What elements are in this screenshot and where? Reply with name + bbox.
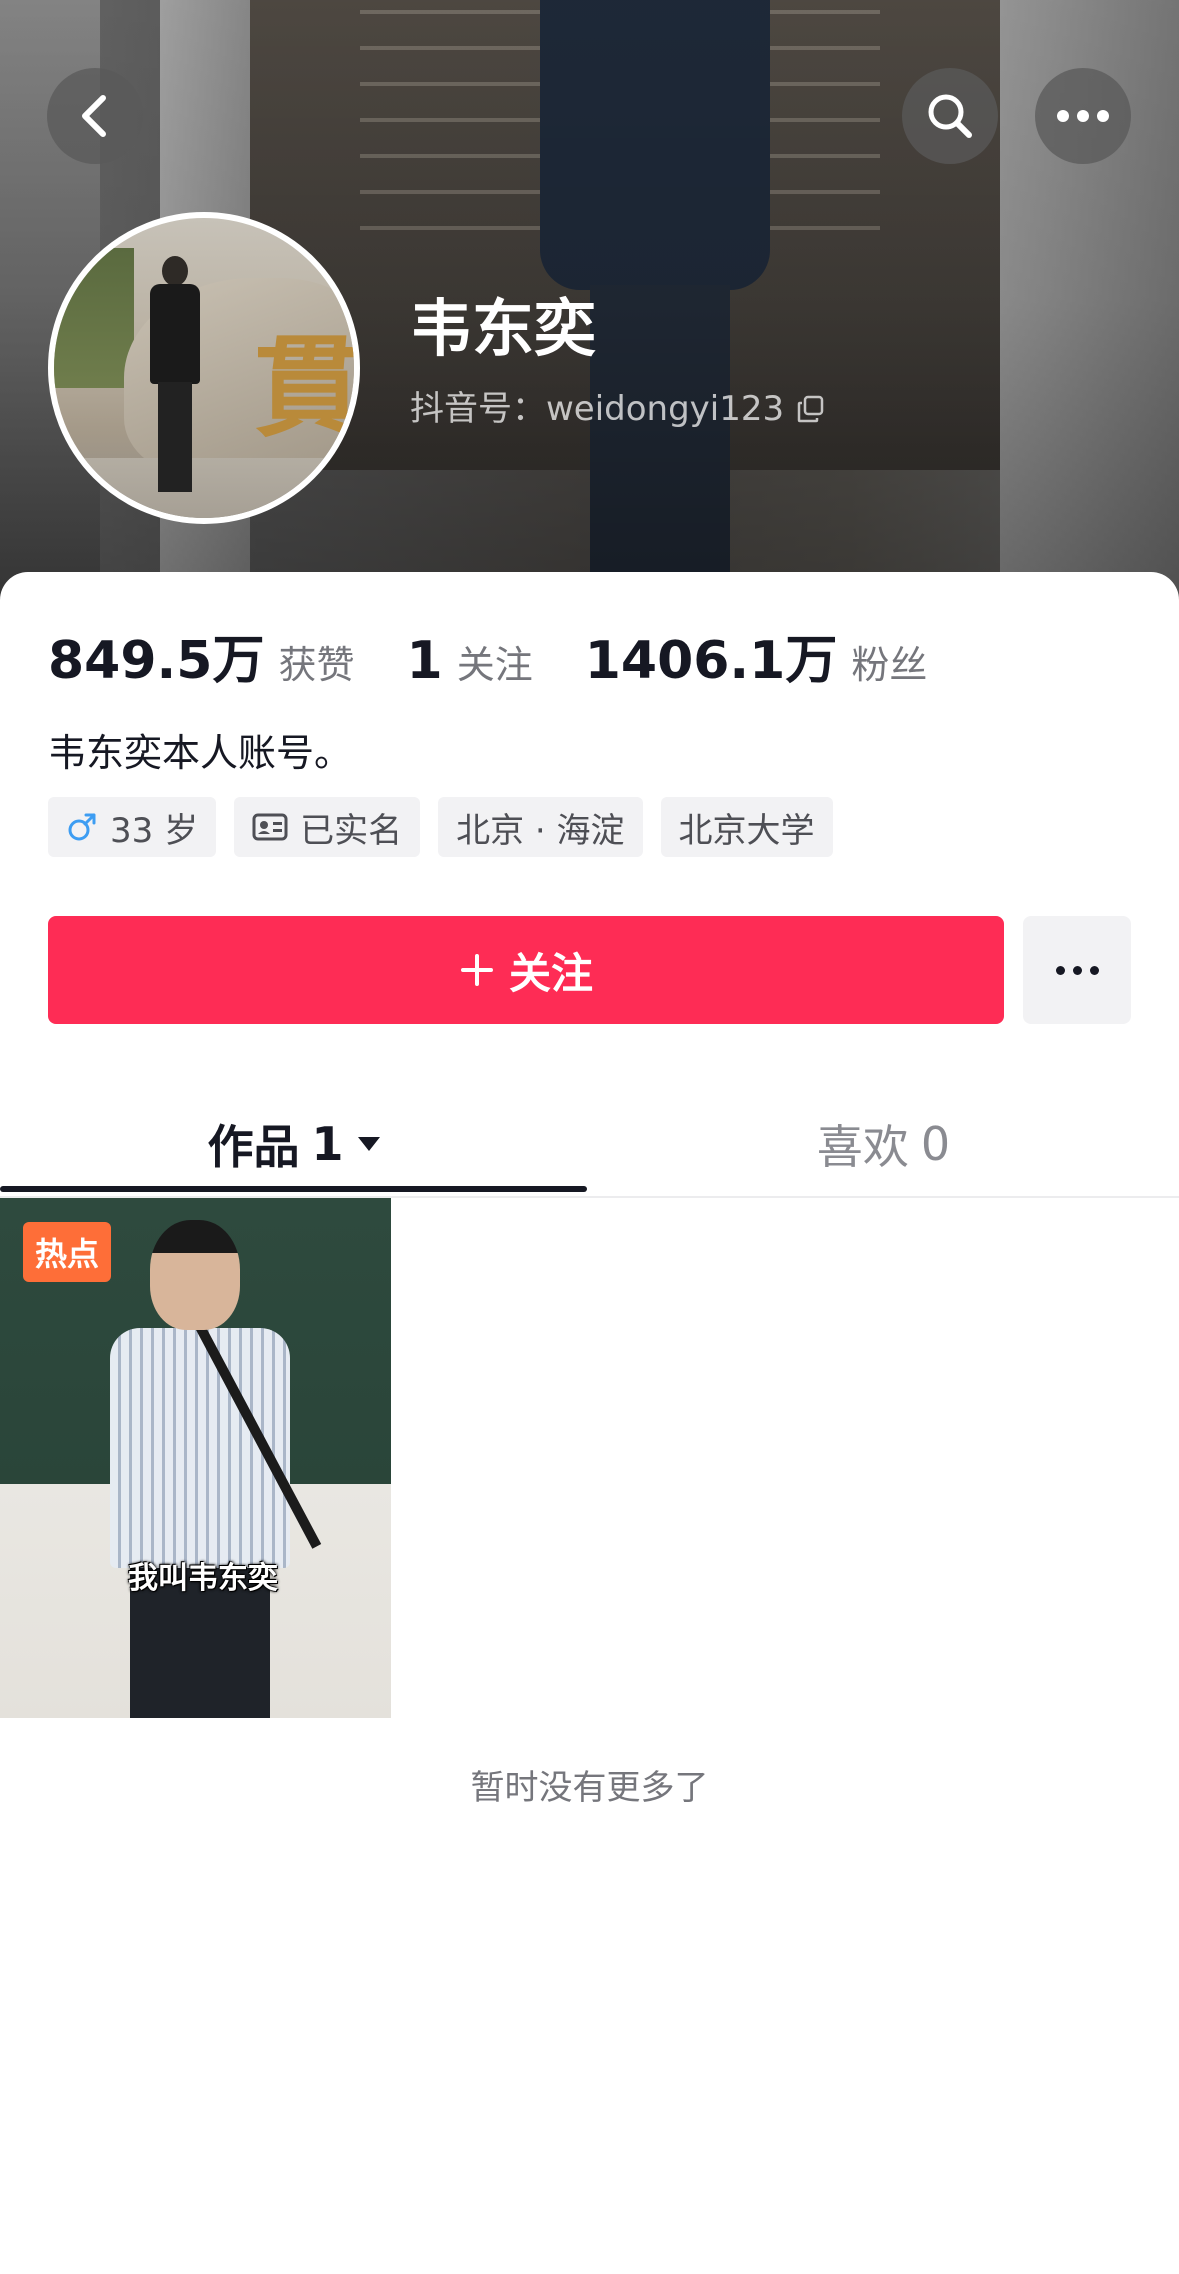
more-options-button[interactable] xyxy=(1035,68,1131,164)
stat-following[interactable]: 1 关注 xyxy=(407,631,533,691)
follow-button[interactable]: 关注 xyxy=(48,916,1004,1024)
avatar-rock-carving: 貫 xyxy=(254,323,360,452)
tab-count: 0 xyxy=(920,1117,951,1171)
chevron-left-icon xyxy=(82,95,106,137)
profile-more-button[interactable] xyxy=(1023,916,1131,1024)
profile-bio: 韦东奕本人账号。 xyxy=(48,731,353,775)
plus-icon xyxy=(460,954,493,986)
stat-label: 粉丝 xyxy=(851,643,928,687)
tab-likes[interactable]: 喜欢 0 xyxy=(589,1090,1178,1198)
tag-verified: 已实名 xyxy=(234,797,421,857)
tag-label: 北京大学 xyxy=(678,810,815,851)
avatar-person xyxy=(146,256,204,496)
stat-value: 849.5万 xyxy=(48,631,265,691)
stat-label: 关注 xyxy=(456,643,533,687)
video-person-head xyxy=(150,1220,240,1330)
profile-tabs: 作品 1 喜欢 0 xyxy=(0,1090,1179,1198)
follow-button-label: 关注 xyxy=(508,948,593,998)
profile-name: 韦东奕 xyxy=(410,292,597,365)
avatar-trees xyxy=(54,248,134,388)
douyin-id[interactable]: 抖音号：weidongyi123 xyxy=(410,392,826,426)
douyin-id-text: 抖音号：weidongyi123 xyxy=(410,389,785,429)
stat-likes[interactable]: 849.5万 获赞 xyxy=(48,618,355,693)
caret-down-icon[interactable] xyxy=(356,1134,382,1154)
avatar[interactable]: 貫 xyxy=(48,212,360,524)
tab-count: 1 xyxy=(311,1117,344,1171)
stats-row: 849.5万 获赞 1 关注 1406.1万 粉丝 xyxy=(48,618,979,691)
copy-icon[interactable] xyxy=(796,394,826,424)
tag-label: 33 岁 xyxy=(110,810,199,851)
back-button[interactable] xyxy=(47,68,143,164)
tab-works[interactable]: 作品 1 xyxy=(0,1090,589,1198)
avatar-ground xyxy=(54,458,354,518)
search-icon xyxy=(928,94,972,138)
stat-label: 获赞 xyxy=(278,643,355,687)
search-button[interactable] xyxy=(902,68,998,164)
tag-label: 已实名 xyxy=(300,810,403,851)
id-card-icon xyxy=(252,813,288,841)
tag-location: 北京 · 海淀 xyxy=(438,797,643,857)
no-more-text: 暂时没有更多了 xyxy=(470,1768,709,1808)
tag-label: 北京 · 海淀 xyxy=(456,810,625,851)
stat-followers[interactable]: 1406.1万 粉丝 xyxy=(585,618,928,693)
profile-page: 貫 韦东奕 抖音号：weidongyi123 849.5万 获赞 1 关注 14… xyxy=(0,0,1179,2274)
more-icon xyxy=(1055,965,1099,975)
hot-badge: 热点 xyxy=(23,1222,112,1282)
profile-tags: 33 岁 已实名 北京 · 海淀 北京大学 xyxy=(48,797,833,857)
video-caption: 我叫韦东奕 xyxy=(128,1561,278,1596)
active-tab-indicator xyxy=(0,1186,587,1192)
tab-label: 作品 xyxy=(207,1120,300,1174)
stat-value: 1 xyxy=(406,631,443,691)
tab-label: 喜欢 xyxy=(816,1120,909,1174)
tag-age: 33 岁 xyxy=(48,797,217,857)
more-icon xyxy=(1057,110,1109,122)
tag-school: 北京大学 xyxy=(660,797,833,857)
stat-value: 1406.1万 xyxy=(584,631,838,691)
male-icon xyxy=(68,813,96,841)
